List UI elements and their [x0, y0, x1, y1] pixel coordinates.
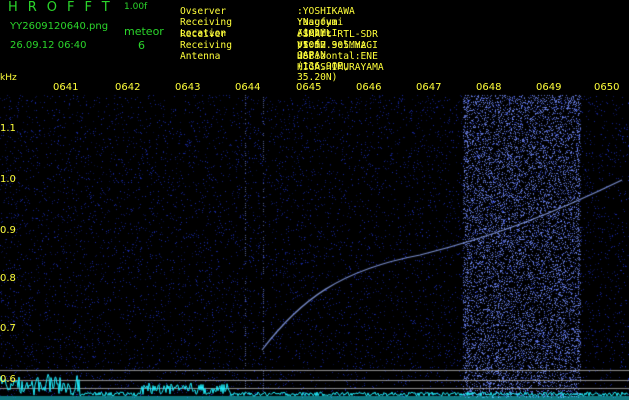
x-tick: 0649 — [536, 82, 562, 93]
y-axis-unit: kHz — [0, 73, 17, 83]
y-tick: 0.9 — [0, 225, 16, 236]
x-tick: 0642 — [115, 82, 141, 93]
x-tick: 0647 — [416, 82, 442, 93]
y-tick: 0.7 — [0, 323, 16, 334]
version-label: 1.00f — [124, 2, 148, 12]
y-tick: 1.1 — [0, 123, 16, 134]
y-tick: 0.6 — [0, 374, 16, 385]
app-title: HROFFT — [8, 0, 120, 15]
info-key: Ovserver — [180, 6, 227, 17]
meteor-count: 6 — [138, 39, 145, 52]
info-key: Receiving Antenna — [180, 40, 232, 62]
meteor-label: meteor — [124, 25, 164, 38]
y-tick: 1.0 — [0, 174, 16, 185]
x-tick: 0646 — [356, 82, 382, 93]
info-value: :10mH 3el.YAGI Horizontal:ENE — [297, 40, 378, 62]
datetime-label: 26.09.12 06:40 — [10, 40, 87, 51]
x-tick: 0643 — [175, 82, 201, 93]
y-tick: 0.8 — [0, 273, 16, 284]
x-tick: 0644 — [235, 82, 261, 93]
file-name: YY2609120640.png — [10, 21, 109, 32]
x-tick: 0641 — [53, 82, 79, 93]
x-tick: 0648 — [476, 82, 502, 93]
x-tick: 0645 — [296, 82, 322, 93]
x-tick: 0650 — [594, 82, 620, 93]
info-key: Receiver — [180, 29, 227, 40]
